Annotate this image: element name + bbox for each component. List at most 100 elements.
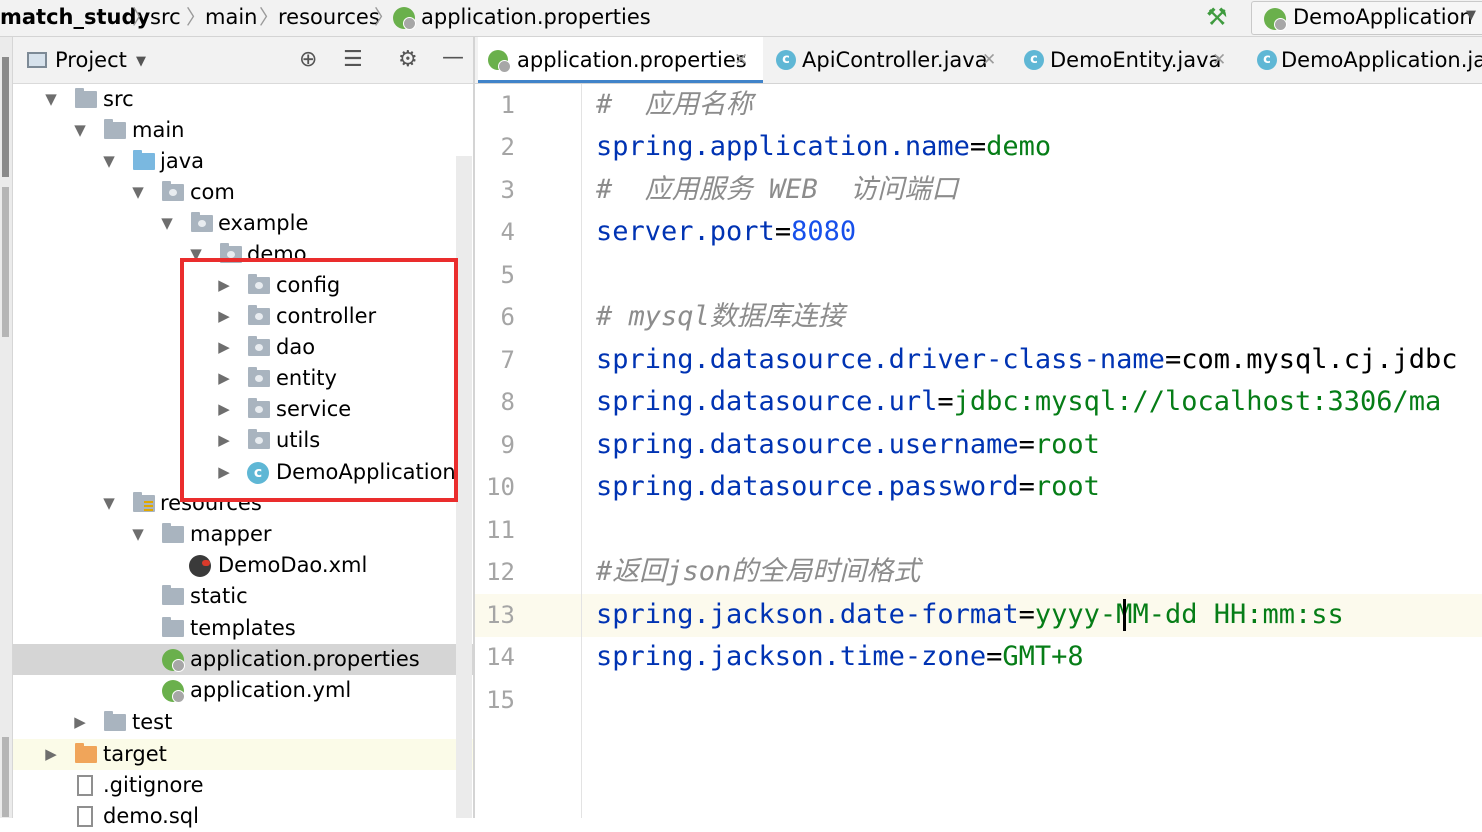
tree-item-main[interactable]: ▼ main xyxy=(13,115,473,146)
code-line: server.port=8080 xyxy=(596,211,856,253)
code-line: spring.jackson.time-zone=GMT+8 xyxy=(596,636,1084,678)
tree-item-label: demo.sql xyxy=(103,804,199,828)
tab-application-properties[interactable]: application.properties ✕ xyxy=(478,37,763,83)
tree-item-label: target xyxy=(103,742,167,766)
tab-label: DemoEntity.java xyxy=(1050,48,1222,72)
expand-arrow-icon[interactable]: ▼ xyxy=(101,152,117,170)
project-tool-tab[interactable] xyxy=(2,57,9,177)
locate-file-icon[interactable]: ⊕ xyxy=(299,48,317,72)
tree-item-mapper[interactable]: ▼ mapper xyxy=(13,519,473,550)
tree-item-java[interactable]: ▼ java xyxy=(13,146,473,177)
chevron-right-icon: 〉 xyxy=(186,5,206,29)
tree-item-label: application.properties xyxy=(190,647,420,671)
property-key: server.port xyxy=(596,216,775,247)
tab-demo-entity[interactable]: c DemoEntity.java ✕ xyxy=(1018,37,1243,83)
property-key: spring.datasource.password xyxy=(596,471,1019,502)
package-icon xyxy=(162,181,184,201)
tree-item-target[interactable]: ▶ target xyxy=(13,739,473,770)
folder-icon xyxy=(104,711,126,731)
tab-demo-application[interactable]: c DemoApplication.java xyxy=(1251,37,1482,83)
build-hammer-icon[interactable]: ⚒ xyxy=(1206,5,1228,29)
tree-item-demo-sql[interactable]: demo.sql xyxy=(13,801,473,832)
expand-arrow-icon[interactable]: ▼ xyxy=(101,494,117,512)
property-key: spring.datasource.url xyxy=(596,386,938,417)
equals-sign: = xyxy=(937,386,954,417)
code-comment: # 应用服务 WEB 访问端口 xyxy=(596,174,959,205)
property-key: spring.jackson.date-format xyxy=(596,599,1019,630)
favorites-tool-tab[interactable] xyxy=(2,737,9,817)
equals-sign: = xyxy=(1018,471,1035,502)
run-configuration-selector[interactable]: DemoApplication ▼ xyxy=(1251,1,1482,35)
collapse-arrow-icon[interactable]: ▶ xyxy=(72,713,88,731)
code-line: spring.datasource.password=root xyxy=(596,466,1100,508)
folder-icon xyxy=(162,617,184,637)
expand-arrow-icon[interactable]: ▼ xyxy=(72,121,88,139)
chevron-right-icon: 〉 xyxy=(259,5,279,29)
expand-arrow-icon[interactable]: ▼ xyxy=(159,214,175,232)
tree-item-label: java xyxy=(160,149,204,173)
tree-item-test[interactable]: ▶ test xyxy=(13,707,473,738)
tree-item-static[interactable]: static xyxy=(13,581,473,612)
tree-item-application-properties[interactable]: application.properties xyxy=(13,644,473,675)
hide-panel-icon[interactable]: — xyxy=(442,46,464,70)
line-number: 7 xyxy=(500,346,515,374)
line-number: 15 xyxy=(486,686,515,714)
tab-api-controller[interactable]: c ApiController.java ✕ xyxy=(770,37,1010,83)
folder-icon xyxy=(104,119,126,139)
code-line: spring.datasource.username=root xyxy=(596,424,1100,466)
property-key: spring.application.name xyxy=(596,131,970,162)
line-number: 8 xyxy=(500,388,515,416)
breadcrumb-resources[interactable]: resources xyxy=(278,4,380,30)
tree-item-templates[interactable]: templates xyxy=(13,613,473,644)
close-icon[interactable]: ✕ xyxy=(982,47,996,73)
collapse-all-icon[interactable]: ☰ xyxy=(343,48,363,72)
expand-arrow-icon[interactable]: ▼ xyxy=(130,525,146,543)
equals-sign: = xyxy=(1018,429,1035,460)
code-line: spring.application.name=demo xyxy=(596,126,1051,168)
property-key: spring.datasource.driver-class-name xyxy=(596,344,1165,375)
tree-item-com[interactable]: ▼ com xyxy=(13,177,473,208)
chevron-right-icon: 〉 xyxy=(374,5,394,29)
expand-arrow-icon[interactable]: ▼ xyxy=(43,90,59,108)
tree-item-example[interactable]: ▼ example xyxy=(13,208,473,239)
spring-boot-icon xyxy=(1264,8,1287,31)
structure-tool-tab[interactable] xyxy=(2,187,9,337)
mybatis-bird-beak-icon xyxy=(202,560,210,566)
line-number: 2 xyxy=(500,133,515,161)
project-view-icon xyxy=(27,52,47,68)
folder-icon xyxy=(162,585,184,605)
tree-item-label: example xyxy=(218,211,309,235)
breadcrumb-src[interactable]: src xyxy=(150,4,181,30)
tree-item-application-yml[interactable]: application.yml xyxy=(13,675,473,706)
expand-arrow-icon[interactable]: ▼ xyxy=(130,183,146,201)
property-value: com.mysql.cj.jdbc xyxy=(1181,344,1458,375)
collapse-arrow-icon[interactable]: ▶ xyxy=(43,745,59,763)
breadcrumb-main[interactable]: main xyxy=(205,4,257,30)
folder-icon xyxy=(75,88,97,108)
tree-item-src[interactable]: ▼ src xyxy=(13,84,473,115)
tree-item-demodao-xml[interactable]: DemoDao.xml xyxy=(13,550,473,581)
chevron-down-icon[interactable]: ▼ xyxy=(136,54,146,69)
line-number: 4 xyxy=(500,218,515,246)
property-value: root xyxy=(1034,429,1100,460)
property-value: yyyy-MM-dd HH:mm:ss xyxy=(1034,599,1344,630)
close-icon[interactable]: ✕ xyxy=(734,47,748,73)
line-number: 14 xyxy=(486,643,515,671)
line-number: 13 xyxy=(486,601,515,629)
line-number: 12 xyxy=(486,558,515,586)
close-icon[interactable]: ✕ xyxy=(1212,47,1226,73)
breadcrumb-file[interactable]: application.properties xyxy=(421,4,651,30)
tree-item-gitignore[interactable]: .gitignore xyxy=(13,770,473,801)
properties-file-icon xyxy=(393,7,416,30)
project-tree-scrollbar[interactable] xyxy=(456,156,472,818)
folder-icon xyxy=(162,523,184,543)
tree-item-label: application.yml xyxy=(190,678,352,702)
line-number: 6 xyxy=(500,303,515,331)
code-editor[interactable]: # 应用名称 spring.application.name=demo # 应用… xyxy=(582,84,1482,818)
project-view-selector[interactable]: Project xyxy=(55,47,127,73)
gear-icon[interactable]: ⚙ xyxy=(398,48,418,72)
code-comment: #返回json的全局时间格式 xyxy=(596,556,921,587)
breadcrumb-project[interactable]: match_study xyxy=(0,4,150,30)
tree-item-label: test xyxy=(132,710,173,734)
yaml-file-icon xyxy=(162,680,185,703)
